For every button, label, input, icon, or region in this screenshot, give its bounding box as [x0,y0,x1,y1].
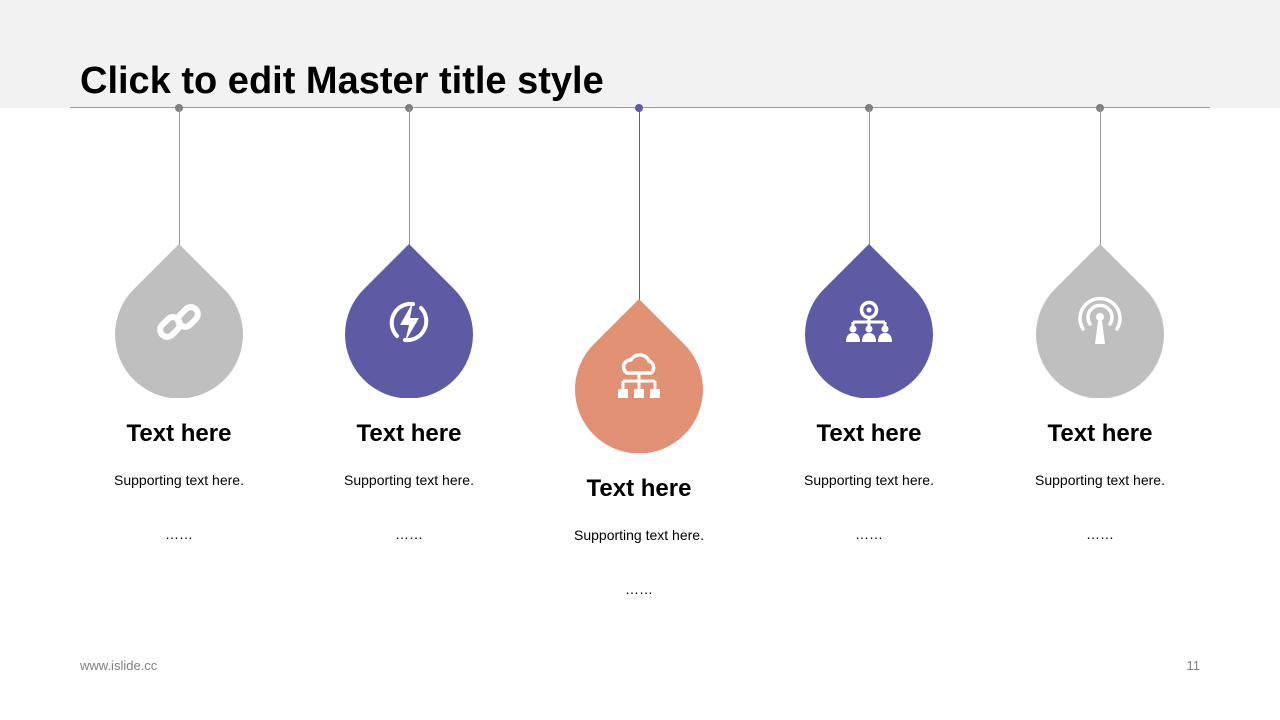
item-supporting-text[interactable]: Supporting text here. [985,472,1215,488]
item-title[interactable]: Text here [524,475,754,503]
page-number: 11 [1186,658,1201,673]
item-link: Text here Supporting text here. …… [64,0,294,720]
item-supporting-text[interactable]: Supporting text here. [294,472,524,488]
item-ellipsis: …… [165,526,193,542]
item-cloud-network: Text here Supporting text here. …… [524,0,754,720]
teardrop-shape[interactable] [1036,244,1164,398]
item-ellipsis: …… [625,581,653,597]
teardrop-shape[interactable] [345,244,473,398]
item-broadcast-antenna: Text here Supporting text here. …… [985,0,1215,720]
teardrop-shape[interactable] [805,244,933,398]
item-title[interactable]: Text here [294,420,524,448]
cloud-network-icon [618,353,660,398]
hanger-string [868,108,870,248]
item-supporting-text[interactable]: Supporting text here. [754,472,984,488]
link-icon [157,304,201,340]
footer-url[interactable]: www.islide.cc [80,658,157,673]
hanger-string [178,108,180,248]
hanger-string [1099,108,1101,248]
item-supporting-text[interactable]: Supporting text here. [524,527,754,543]
item-title[interactable]: Text here [985,420,1215,448]
broadcast-antenna-icon [1078,296,1122,344]
teardrop-shape[interactable] [115,244,243,398]
lightning-icon [389,301,429,343]
item-ellipsis: …… [395,526,423,542]
item-lightning: Text here Supporting text here. …… [294,0,524,720]
item-title[interactable]: Text here [754,420,984,448]
item-ellipsis: …… [1086,526,1114,542]
teardrop-shape[interactable] [575,299,703,453]
hanger-string [408,108,410,248]
team-hierarchy-icon [846,300,892,342]
item-supporting-text[interactable]: Supporting text here. [64,472,294,488]
hanger-string [638,108,640,303]
item-team-hierarchy: Text here Supporting text here. …… [754,0,984,720]
item-ellipsis: …… [855,526,883,542]
item-title[interactable]: Text here [64,420,294,448]
